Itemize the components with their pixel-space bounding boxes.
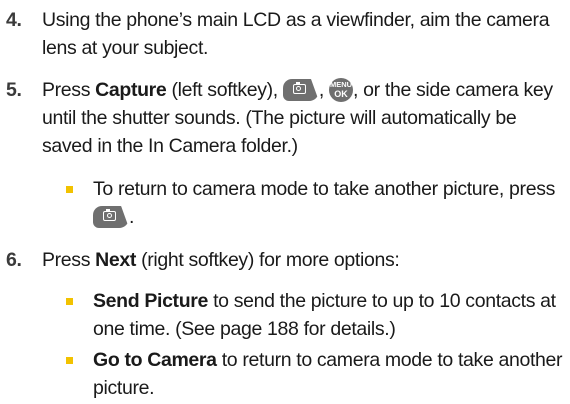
step-text-post: (right softkey) for more options:	[136, 249, 400, 271]
list-item: To return to camera mode to take another…	[66, 175, 566, 231]
camera-key-icon	[93, 206, 129, 228]
bullet-icon	[66, 298, 73, 305]
step-number: 5.	[6, 79, 22, 101]
menu-key-top-label: MENU	[330, 80, 353, 89]
camera-key-icon	[282, 79, 319, 101]
bullet-text: To return to camera mode to take another…	[93, 175, 563, 231]
step-4: 4. Using the phone’s main LCD as a viewf…	[0, 6, 570, 62]
step-text-pre: Press	[42, 249, 96, 271]
next-softkey-label: Next	[95, 249, 137, 271]
step-number: 6.	[6, 249, 22, 271]
step-text: Press Capture (left softkey), , MENU OK, …	[42, 76, 564, 160]
menu-ok-key-icon: MENU OK	[329, 78, 354, 102]
go-to-camera-label: Go to Camera	[93, 349, 217, 371]
step-text-sep: ,	[318, 79, 330, 101]
list-item: Send Picture to send the picture to up t…	[66, 287, 566, 343]
step-text: Using the phone’s main LCD as a viewfind…	[42, 9, 550, 59]
bullet-icon	[66, 186, 73, 193]
manual-page: 4. Using the phone’s main LCD as a viewf…	[0, 0, 570, 404]
send-picture-label: Send Picture	[93, 290, 208, 312]
step-6: 6. Press Next (right softkey) for more o…	[0, 246, 570, 274]
list-item: Go to Camera to return to camera mode to…	[66, 346, 566, 402]
step-text: Press Next (right softkey) for more opti…	[42, 246, 564, 274]
step-5: 5. Press Capture (left softkey), , MENU O…	[0, 76, 570, 160]
bullet-icon	[66, 357, 73, 364]
step-text-pre: Press	[42, 79, 96, 101]
bullet-text: Go to Camera to return to camera mode to…	[93, 346, 563, 402]
bullet-text-pre: To return to camera mode to take another…	[93, 178, 555, 200]
step-text-mid: (left softkey),	[166, 79, 283, 101]
menu-key-bottom-label: OK	[334, 89, 348, 99]
bullet-text-post: .	[129, 206, 135, 228]
bullet-text: Send Picture to send the picture to up t…	[93, 287, 563, 343]
step-number: 4.	[6, 9, 22, 31]
capture-softkey-label: Capture	[95, 79, 167, 101]
